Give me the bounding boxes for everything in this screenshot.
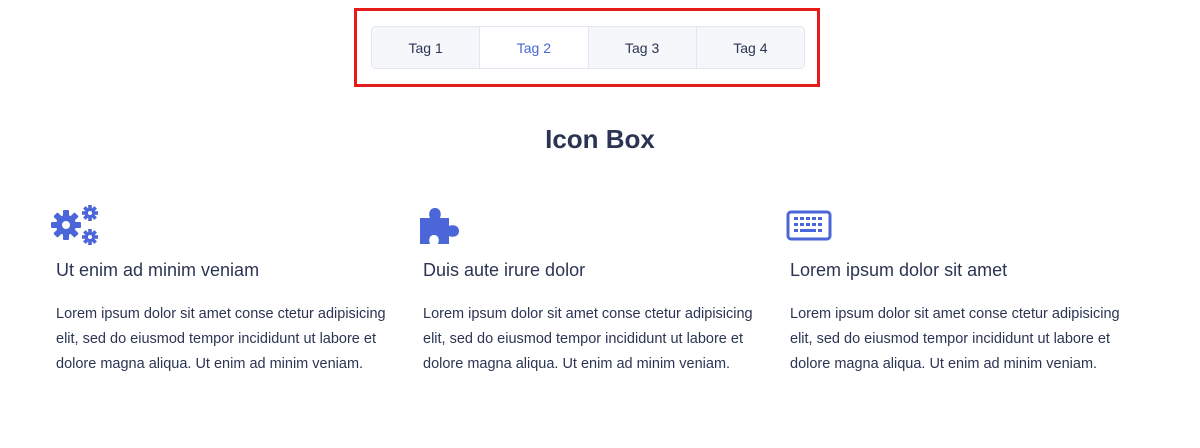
icon-box-1: Ut enim ad minim veniam Lorem ipsum dolo… bbox=[50, 204, 390, 377]
tab-4[interactable]: Tag 4 bbox=[697, 27, 804, 68]
section-title: Icon Box bbox=[545, 124, 655, 154]
icon-box-title: Ut enim ad minim veniam bbox=[56, 260, 260, 280]
tab-3[interactable]: Tag 3 bbox=[589, 27, 697, 68]
icon-box-3: Lorem ipsum dolor sit amet Lorem ipsum d… bbox=[784, 204, 1124, 377]
icon-box-title: Lorem ipsum dolor sit amet bbox=[790, 260, 1008, 280]
icon-box-2: Duis aute irure dolor Lorem ipsum dolor … bbox=[417, 204, 757, 377]
gears-icon bbox=[51, 205, 98, 245]
tab-1[interactable]: Tag 1 bbox=[372, 27, 481, 68]
icon-box-text: Lorem ipsum dolor sit amet conse ctetur … bbox=[423, 306, 753, 372]
keyboard-icon bbox=[786, 210, 832, 241]
tab-2[interactable]: Tag 2 bbox=[480, 27, 589, 68]
icon-box-text: Lorem ipsum dolor sit amet conse ctetur … bbox=[790, 306, 1120, 372]
puzzle-piece-icon bbox=[420, 208, 459, 244]
icon-box-title: Duis aute irure dolor bbox=[423, 260, 586, 280]
tab-bar: Tag 1 Tag 2 Tag 3 Tag 4 bbox=[371, 26, 805, 69]
icon-box-text: Lorem ipsum dolor sit amet conse ctetur … bbox=[56, 306, 386, 372]
